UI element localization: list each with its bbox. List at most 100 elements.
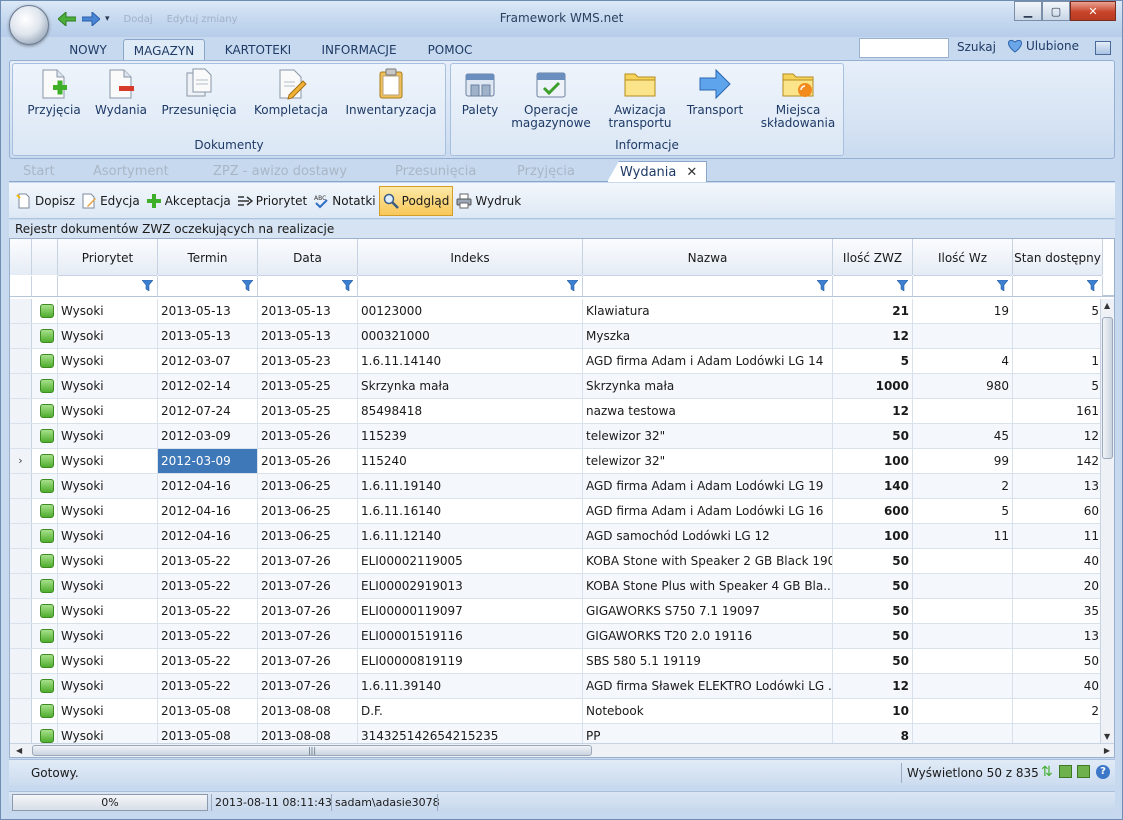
table-cell[interactable]: ELI00000819119	[358, 649, 583, 673]
table-cell[interactable]: 2	[1013, 699, 1103, 723]
table-cell[interactable]: 2013-05-23	[258, 349, 358, 373]
table-cell[interactable]: 20	[1013, 574, 1103, 598]
miejsca-skladowania-button[interactable]: Miejsca składowania	[757, 68, 839, 130]
table-cell[interactable]: telewizor 32"	[583, 424, 833, 448]
table-cell[interactable]: 2013-07-26	[258, 599, 358, 623]
row-indicator[interactable]	[10, 599, 32, 623]
column-header[interactable]: Indeks	[358, 239, 583, 276]
column-filter-input[interactable]	[358, 276, 583, 296]
table-cell[interactable]: 2013-05-13	[258, 299, 358, 323]
table-cell[interactable]: 2013-05-13	[158, 324, 258, 348]
table-cell[interactable]: 2013-06-25	[258, 499, 358, 523]
przyjecia-button[interactable]: Przyjęcia	[23, 68, 85, 117]
table-cell[interactable]: 50	[833, 649, 913, 673]
table-cell[interactable]: 50	[833, 549, 913, 573]
table-cell[interactable]	[913, 574, 1013, 598]
table-cell[interactable]	[1013, 324, 1103, 348]
filter-funnel-icon[interactable]	[817, 280, 828, 291]
row-indicator[interactable]	[10, 674, 32, 698]
tab-close-icon[interactable]: ✕	[686, 165, 697, 180]
table-cell[interactable]: Myszka	[583, 324, 833, 348]
table-cell[interactable]: 2013-07-26	[258, 649, 358, 673]
table-cell[interactable]: 11	[1013, 524, 1103, 548]
table-cell[interactable]: 00123000	[358, 299, 583, 323]
table-cell[interactable]: 85498418	[358, 399, 583, 423]
filter-funnel-icon[interactable]	[342, 280, 353, 291]
table-cell[interactable]: 2013-05-26	[258, 449, 358, 473]
row-indicator[interactable]: ›	[10, 449, 32, 473]
tab-przesuniecia[interactable]: Przesunięcia	[383, 161, 503, 182]
table-row[interactable]: Wysoki 2012-04-16 2013-06-25 1.6.11.19140 AG…	[10, 474, 1103, 499]
table-cell[interactable]: 2013-07-26	[258, 674, 358, 698]
tab-start[interactable]: Start	[11, 161, 89, 182]
column-header[interactable]: Stan dostępny	[1013, 239, 1103, 276]
table-cell[interactable]: 980	[913, 374, 1013, 398]
table-cell[interactable]: AGD samochód Lodówki LG 12	[583, 524, 833, 548]
table-row[interactable]: Wysoki 2013-05-22 2013-07-26 ELI00002919013…	[10, 574, 1103, 599]
table-cell[interactable]: GIGAWORKS T20 2.0 19116	[583, 624, 833, 648]
notatki-button[interactable]: ABC Notatki	[310, 186, 378, 216]
close-button[interactable]: ✕	[1070, 1, 1116, 21]
table-cell[interactable]: ELI00002119005	[358, 549, 583, 573]
table-cell[interactable]	[913, 674, 1013, 698]
row-indicator[interactable]	[10, 649, 32, 673]
akceptacja-button[interactable]: Akceptacja	[143, 186, 234, 216]
table-cell[interactable]: 2013-05-22	[158, 599, 258, 623]
table-cell[interactable]: 13	[1013, 474, 1103, 498]
kompletacja-button[interactable]: Kompletacja	[249, 68, 333, 117]
table-cell[interactable]: Wysoki	[58, 374, 158, 398]
application-orb-button[interactable]	[9, 5, 49, 45]
palety-button[interactable]: Palety	[457, 68, 503, 117]
table-cell[interactable]: 2013-06-25	[258, 524, 358, 548]
search-button[interactable]: Szukaj	[957, 40, 996, 54]
table-cell[interactable]: 99	[913, 449, 1013, 473]
help-icon[interactable]: ?	[1096, 765, 1110, 779]
tab-zpz-awizo[interactable]: ZPZ - awizo dostawy	[201, 161, 381, 182]
table-cell[interactable]: Wysoki	[58, 599, 158, 623]
table-cell[interactable]: 50	[833, 624, 913, 648]
table-cell[interactable]: 50	[833, 599, 913, 623]
inwentaryzacja-button[interactable]: Inwentaryzacja	[341, 68, 441, 117]
table-row[interactable]: Wysoki 2012-07-24 2013-05-25 85498418 nazwa …	[10, 399, 1103, 424]
table-cell[interactable]: 2013-06-25	[258, 474, 358, 498]
table-cell[interactable]: AGD firma Sławek ELEKTRO Lodówki LG ...	[583, 674, 833, 698]
window-layout-icon[interactable]	[1095, 41, 1111, 55]
table-row[interactable]: Wysoki 2013-05-08 2013-08-08 D.F. Notebook 10…	[10, 699, 1103, 724]
column-filter-input[interactable]	[32, 276, 58, 296]
edycja-button[interactable]: Edycja	[78, 186, 143, 216]
vertical-scrollbar[interactable]: ▲ ▼	[1100, 299, 1114, 743]
table-row[interactable]: Wysoki 2012-03-09 2013-05-26 115239 telewizo…	[10, 424, 1103, 449]
table-cell[interactable]	[913, 699, 1013, 723]
table-cell[interactable]: KOBA Stone with Speaker 2 GB Black 1900	[583, 549, 833, 573]
table-row[interactable]: Wysoki 2013-05-22 2013-07-26 ELI00001519116…	[10, 624, 1103, 649]
table-cell[interactable]: 13	[1013, 624, 1103, 648]
table-cell[interactable]: AGD firma Adam i Adam Lodówki LG 14	[583, 349, 833, 373]
table-cell[interactable]: 10	[833, 699, 913, 723]
table-cell[interactable]: 2013-05-25	[258, 374, 358, 398]
table-cell[interactable]: 2013-05-22	[158, 549, 258, 573]
ribbon-tab-magazyn[interactable]: MAGAZYN	[123, 39, 205, 61]
table-cell[interactable]: 5	[833, 349, 913, 373]
filter-funnel-icon[interactable]	[997, 280, 1008, 291]
table-cell[interactable]: 2013-05-22	[158, 574, 258, 598]
wydruk-button[interactable]: Wydruk	[453, 186, 524, 216]
table-cell[interactable]: Wysoki	[58, 349, 158, 373]
dopisz-button[interactable]: Dopisz	[13, 186, 78, 216]
column-filter-input[interactable]	[158, 276, 258, 296]
column-filter-input[interactable]	[583, 276, 833, 296]
column-header[interactable]: Priorytet	[58, 239, 158, 276]
table-row[interactable]: Wysoki 2013-05-22 2013-07-26 ELI00000119097…	[10, 599, 1103, 624]
filter-funnel-icon[interactable]	[142, 280, 153, 291]
table-cell[interactable]: 142	[1013, 449, 1103, 473]
vertical-scroll-thumb[interactable]	[1102, 317, 1113, 459]
table-cell[interactable]: Wysoki	[58, 299, 158, 323]
table-cell[interactable]: 1.6.11.12140	[358, 524, 583, 548]
table-cell[interactable]: AGD firma Adam i Adam Lodówki LG 19	[583, 474, 833, 498]
column-header[interactable]: Termin	[158, 239, 258, 276]
table-cell[interactable]: Wysoki	[58, 399, 158, 423]
table-cell[interactable]: 1.6.11.39140	[358, 674, 583, 698]
table-row[interactable]: › Wysoki 2012-03-09 2013-05-26 115240 telewiz…	[10, 449, 1103, 474]
table-cell[interactable]: Skrzynka mała	[358, 374, 583, 398]
table-cell[interactable]: 21	[833, 299, 913, 323]
column-header[interactable]: Nazwa	[583, 239, 833, 276]
